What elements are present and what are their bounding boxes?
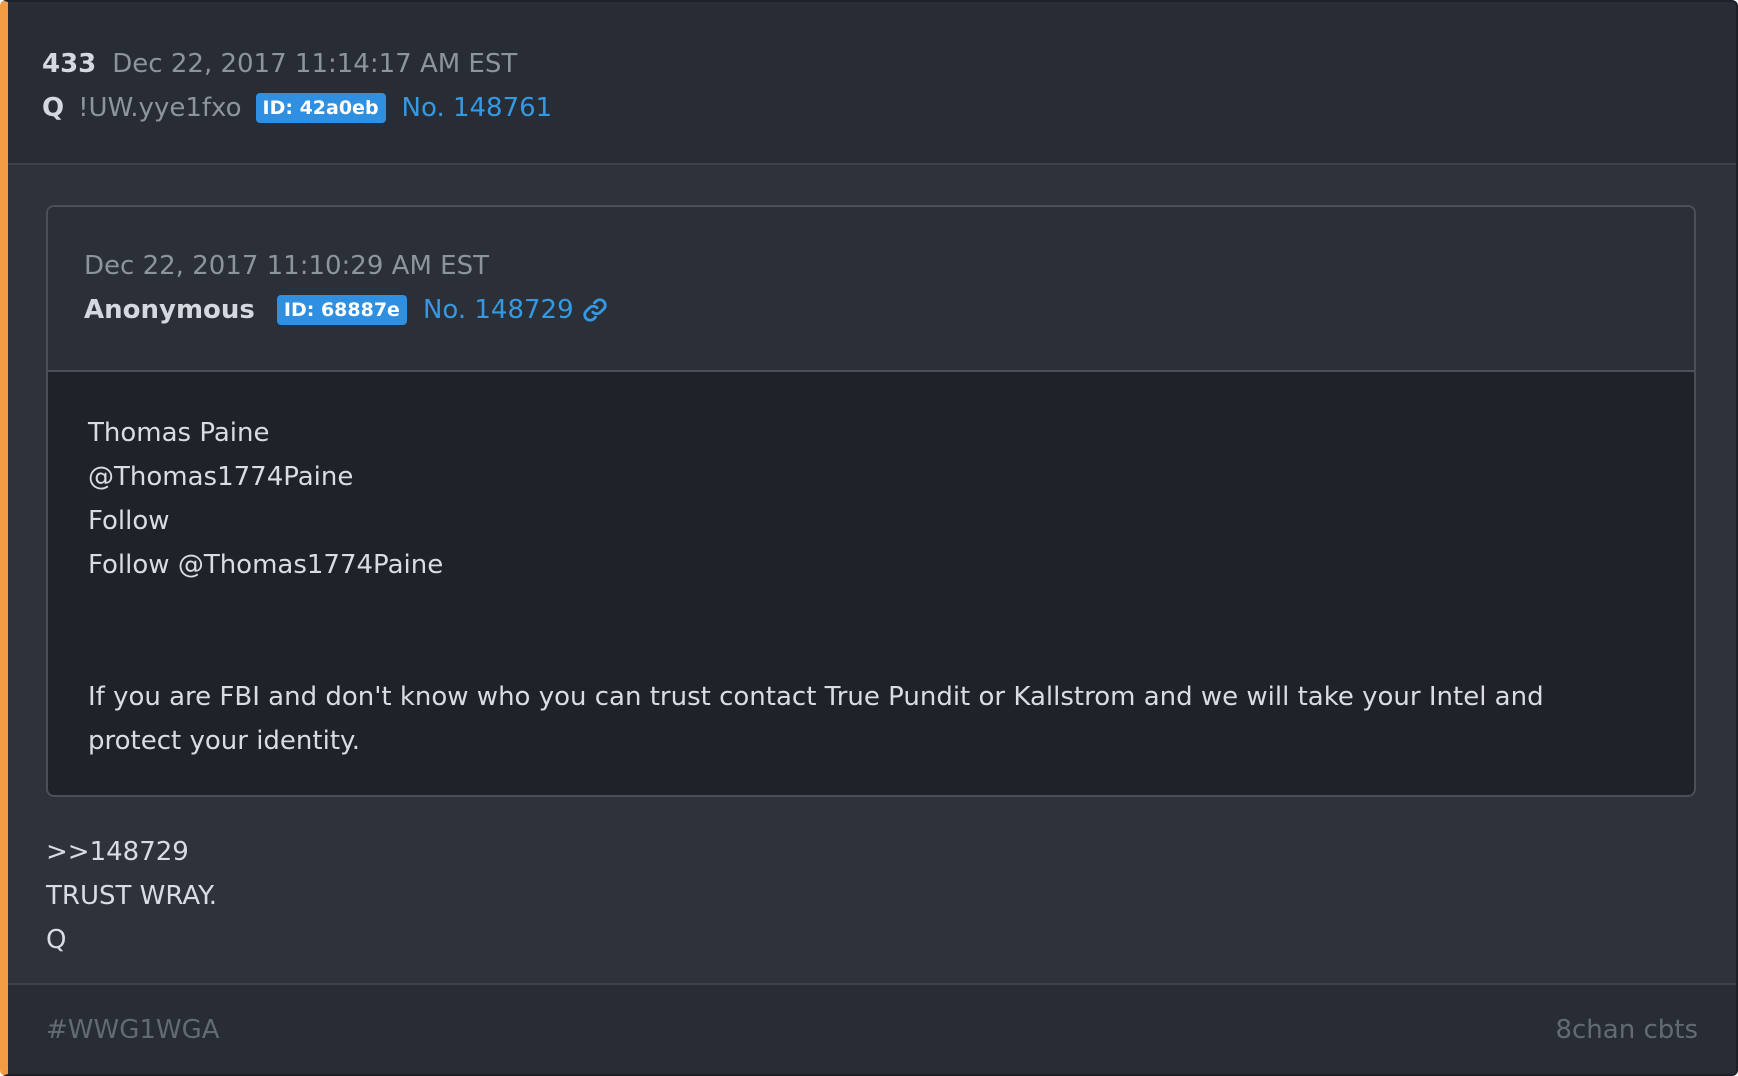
quoted-paragraph: If you are FBI and don't know who you ca…: [88, 682, 1544, 756]
post-card: 433 Dec 22, 2017 11:14:17 AM EST Q !UW.y…: [0, 0, 1738, 1076]
post-author-row: Q !UW.yye1fxo ID: 42a0eb No. 148761: [42, 90, 552, 126]
post-number-link[interactable]: No. 148761: [402, 93, 553, 123]
reply-reference: >>148729: [46, 837, 189, 867]
quoted-post-body: Thomas Paine @Thomas1774Paine Follow Fol…: [88, 411, 1634, 763]
quoted-post-author-row: Anonymous ID: 68887e No. 148729: [84, 295, 608, 325]
post-meta-row: 433 Dec 22, 2017 11:14:17 AM EST: [42, 46, 517, 82]
post-body: >>148729 TRUST WRAY. Q: [46, 830, 217, 962]
quoted-line: @Thomas1774Paine: [88, 462, 354, 492]
quoted-post-id-badge: ID: 68887e: [276, 295, 407, 325]
post-number: 433: [42, 49, 97, 79]
post-id-badge: ID: 42a0eb: [255, 93, 386, 123]
quoted-line: Follow @Thomas1774Paine: [88, 550, 444, 580]
quoted-line: Follow: [88, 506, 170, 536]
post-date: Dec 22, 2017 11:14:17 AM EST: [112, 49, 518, 79]
reply-line: TRUST WRAY.: [46, 881, 217, 911]
footer-hashtag: #WWG1WGA: [46, 1015, 220, 1045]
quoted-post-header: Dec 22, 2017 11:10:29 AM EST Anonymous I…: [48, 207, 1694, 372]
reply-signature: Q: [46, 925, 67, 955]
quoted-line: Thomas Paine: [88, 418, 270, 448]
quoted-post-number-link[interactable]: No. 148729: [423, 295, 574, 325]
quoted-post-author: Anonymous: [84, 295, 255, 325]
footer-source: 8chan cbts: [1555, 1015, 1698, 1045]
post-footer: #WWG1WGA 8chan cbts: [8, 983, 1736, 1074]
quoted-post-date: Dec 22, 2017 11:10:29 AM EST: [84, 251, 489, 281]
post-header: 433 Dec 22, 2017 11:14:17 AM EST Q !UW.y…: [8, 2, 1736, 165]
post-tripcode: !UW.yye1fxo: [78, 93, 242, 123]
post-author: Q: [42, 93, 65, 123]
quoted-post: Dec 22, 2017 11:10:29 AM EST Anonymous I…: [46, 205, 1696, 797]
link-icon[interactable]: [582, 297, 608, 323]
